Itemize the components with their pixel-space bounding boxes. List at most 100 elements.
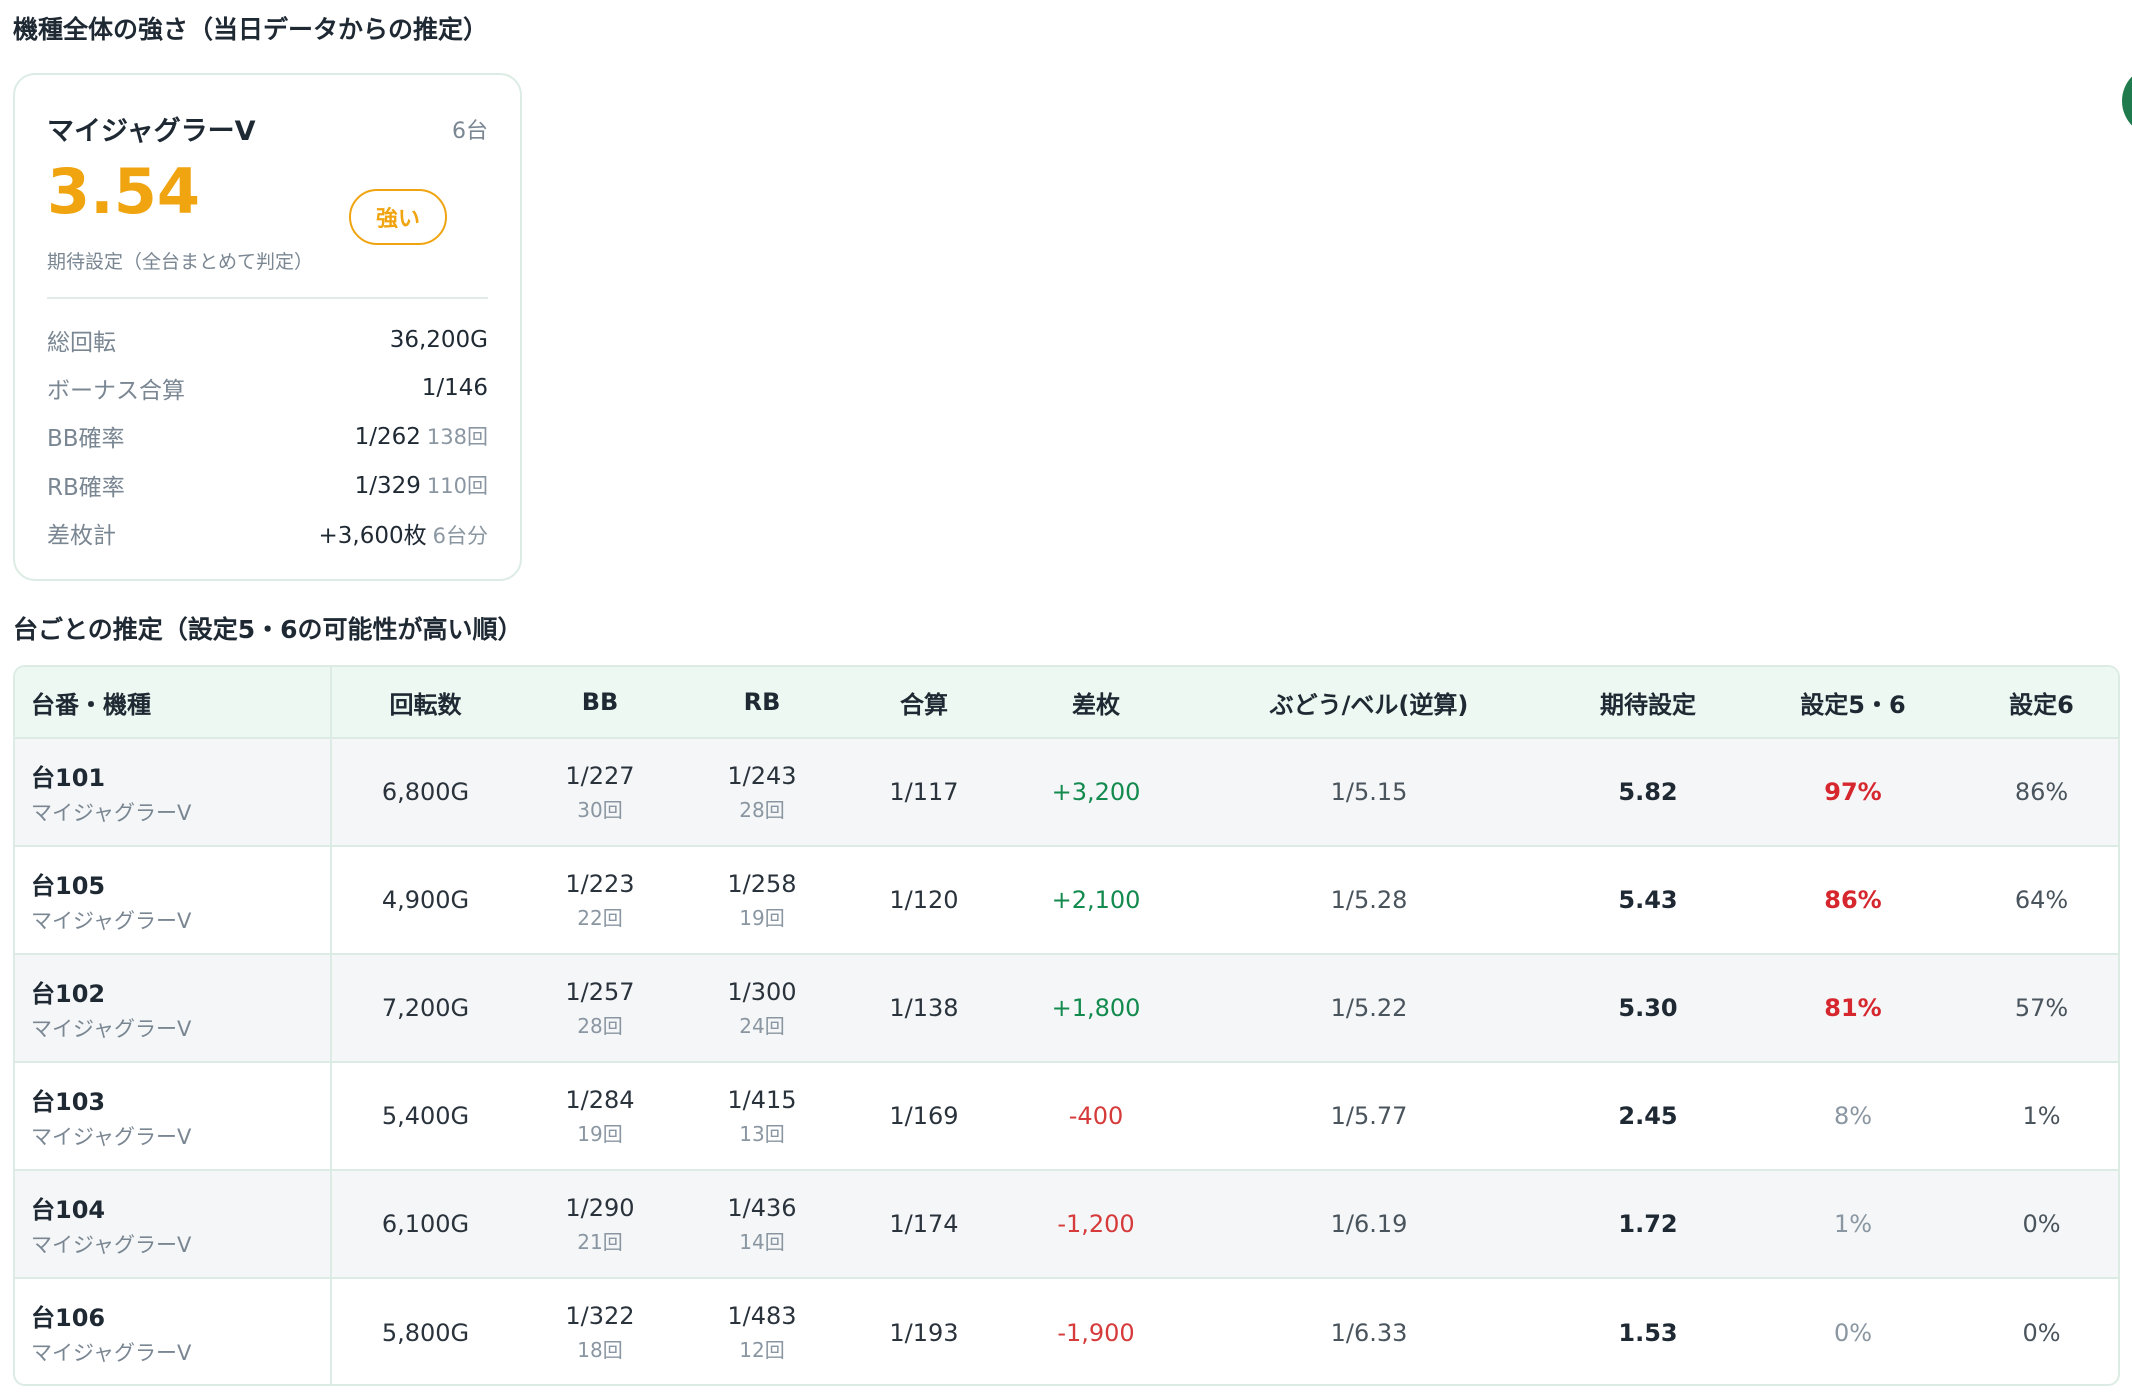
header-expect[interactable]: 期待設定 <box>1551 667 1745 739</box>
machine-model: マイジャグラーV <box>31 1232 192 1257</box>
header-machine[interactable]: 台番・機種 <box>15 667 332 739</box>
p56-cell: 97% <box>1824 778 1882 806</box>
header-diff[interactable]: 差枚 <box>1005 667 1187 739</box>
table-row[interactable]: 台102 マイジャグラーV 7,200G 1/257 28回 1/300 24回 1/… <box>15 954 2118 1062</box>
rb-cell: 1/436 14回 <box>681 1170 843 1278</box>
stat-label: ボーナス合算 <box>47 378 185 404</box>
p56-cell: 1% <box>1833 1210 1873 1238</box>
table-row[interactable]: 台101 マイジャグラーV 6,800G 1/227 30回 1/243 28回 1/… <box>15 738 2118 846</box>
expect-cell: 1.53 <box>1618 1318 1678 1347</box>
p6-cell: 0% <box>2022 1210 2061 1238</box>
header-rb[interactable]: RB <box>681 667 843 739</box>
bb-cell: 1/223 22回 <box>519 846 681 954</box>
bb-cell: 1/257 28回 <box>519 954 681 1062</box>
p56-cell: 0% <box>1833 1318 1873 1347</box>
grape-cell: 1/6.19 <box>1330 1210 1408 1238</box>
table-row[interactable]: 台103 マイジャグラーV 5,400G 1/284 19回 1/415 13回 1/… <box>15 1062 2118 1170</box>
p56-cell: 86% <box>1824 886 1882 914</box>
machine-cell: 台103 マイジャグラーV <box>15 1062 332 1170</box>
stat-subvalue: 138回 <box>426 425 488 449</box>
stat-label: 総回転 <box>47 330 116 356</box>
total-cell: 1/174 <box>889 1210 959 1238</box>
rb-count: 14回 <box>739 1229 785 1254</box>
rb-count: 19回 <box>739 905 785 930</box>
p6-cell: 1% <box>2022 1102 2061 1130</box>
card-model-name: マイジャグラーV <box>47 116 256 147</box>
diff-cell: -1,900 <box>1057 1318 1135 1347</box>
header-total[interactable]: 合算 <box>843 667 1005 739</box>
p56-cell: 81% <box>1824 994 1882 1022</box>
total-cell: 1/138 <box>889 994 959 1022</box>
machine-model: マイジャグラーV <box>31 800 192 825</box>
stat-row-bonus-total: ボーナス合算 1/146 <box>47 368 488 408</box>
summary-section-title: 機種全体の強さ（当日データからの推定） <box>13 15 489 44</box>
machine-id: 台105 <box>31 871 106 900</box>
rb-count: 13回 <box>739 1121 785 1146</box>
floating-action-button[interactable] <box>2122 66 2132 136</box>
model-summary-card: マイジャグラーV 6台 3.54 期待設定（全台まとめて判定） 強い 総回転 3… <box>13 73 522 581</box>
rb-cell: 1/483 12回 <box>681 1278 843 1384</box>
p6-cell: 0% <box>2022 1318 2061 1347</box>
bb-cell: 1/284 19回 <box>519 1062 681 1170</box>
total-cell: 1/120 <box>889 886 959 914</box>
bb-cell: 1/227 30回 <box>519 738 681 846</box>
header-p56[interactable]: 設定5・6 <box>1745 667 1961 739</box>
expect-cell: 5.82 <box>1618 778 1678 806</box>
bb-count: 30回 <box>577 797 623 822</box>
stat-value: 1/329 110回 <box>354 473 488 499</box>
table-header-row: 台番・機種 回転数 BB RB 合算 差枚 ぶどう/ベル(逆算) 期待設定 設定… <box>15 667 2118 739</box>
machine-model: マイジャグラーV <box>31 1341 192 1365</box>
machine-cell: 台102 マイジャグラーV <box>15 954 332 1062</box>
stat-value: 1/146 <box>421 375 488 401</box>
diff-cell: +2,100 <box>1051 886 1141 914</box>
p56-cell: 8% <box>1833 1102 1873 1130</box>
header-p6[interactable]: 設定6 <box>1961 667 2118 739</box>
bb-cell: 1/322 18回 <box>519 1278 681 1384</box>
spins-cell: 7,200G <box>381 994 470 1022</box>
table-row[interactable]: 台104 マイジャグラーV 6,100G 1/290 21回 1/436 14回 1/… <box>15 1170 2118 1278</box>
bb-cell: 1/290 21回 <box>519 1170 681 1278</box>
spins-cell: 6,800G <box>381 778 470 806</box>
machine-cell: 台106 マイジャグラーV <box>15 1278 332 1384</box>
machine-id: 台101 <box>31 763 106 792</box>
card-divider <box>47 297 488 299</box>
machine-model: マイジャグラーV <box>31 1016 192 1041</box>
machine-id: 台106 <box>31 1304 106 1332</box>
header-bb[interactable]: BB <box>519 667 681 739</box>
bb-count: 19回 <box>577 1121 623 1146</box>
machine-cell: 台101 マイジャグラーV <box>15 738 332 846</box>
rb-count: 28回 <box>739 797 785 822</box>
card-machine-count: 6台 <box>452 119 488 144</box>
expect-cell: 5.43 <box>1618 886 1678 914</box>
expected-setting-score: 3.54 <box>47 155 200 228</box>
table-row[interactable]: 台106 マイジャグラーV 5,800G 1/322 18回 1/483 12回 1/… <box>15 1278 2118 1384</box>
stat-row-total-spins: 総回転 36,200G <box>47 320 488 360</box>
spins-cell: 5,800G <box>381 1318 470 1347</box>
stat-row-bb-rate: BB確率 1/262 138回 <box>47 416 488 456</box>
stat-row-coin-diff: 差枚計 +3,600枚 6台分 <box>47 513 488 553</box>
header-grape[interactable]: ぶどう/ベル(逆算) <box>1187 667 1551 739</box>
rb-cell: 1/258 19回 <box>681 846 843 954</box>
spins-cell: 5,400G <box>381 1102 470 1130</box>
grape-cell: 1/5.77 <box>1330 1102 1408 1130</box>
spins-cell: 6,100G <box>381 1210 470 1238</box>
stat-value: +3,600枚 6台分 <box>318 523 489 549</box>
machine-id: 台104 <box>31 1195 106 1224</box>
stat-label: 差枚計 <box>47 523 116 549</box>
stat-label: RB確率 <box>47 475 125 501</box>
machine-cell: 台105 マイジャグラーV <box>15 846 332 954</box>
grape-cell: 1/5.22 <box>1330 994 1408 1022</box>
total-cell: 1/193 <box>889 1318 959 1347</box>
rb-count: 12回 <box>739 1338 785 1362</box>
table-row[interactable]: 台105 マイジャグラーV 4,900G 1/223 22回 1/258 19回 1/… <box>15 846 2118 954</box>
machine-table: 台番・機種 回転数 BB RB 合算 差枚 ぶどう/ベル(逆算) 期待設定 設定… <box>13 665 2120 1386</box>
grape-cell: 1/6.33 <box>1330 1318 1408 1347</box>
header-spins[interactable]: 回転数 <box>331 667 519 739</box>
grape-cell: 1/5.15 <box>1330 778 1408 806</box>
rb-count: 24回 <box>739 1013 785 1038</box>
stat-subvalue: 110回 <box>426 474 488 498</box>
bb-count: 18回 <box>577 1338 623 1362</box>
expect-cell: 1.72 <box>1618 1210 1678 1238</box>
machine-model: マイジャグラーV <box>31 1124 192 1149</box>
bb-count: 22回 <box>577 905 623 930</box>
